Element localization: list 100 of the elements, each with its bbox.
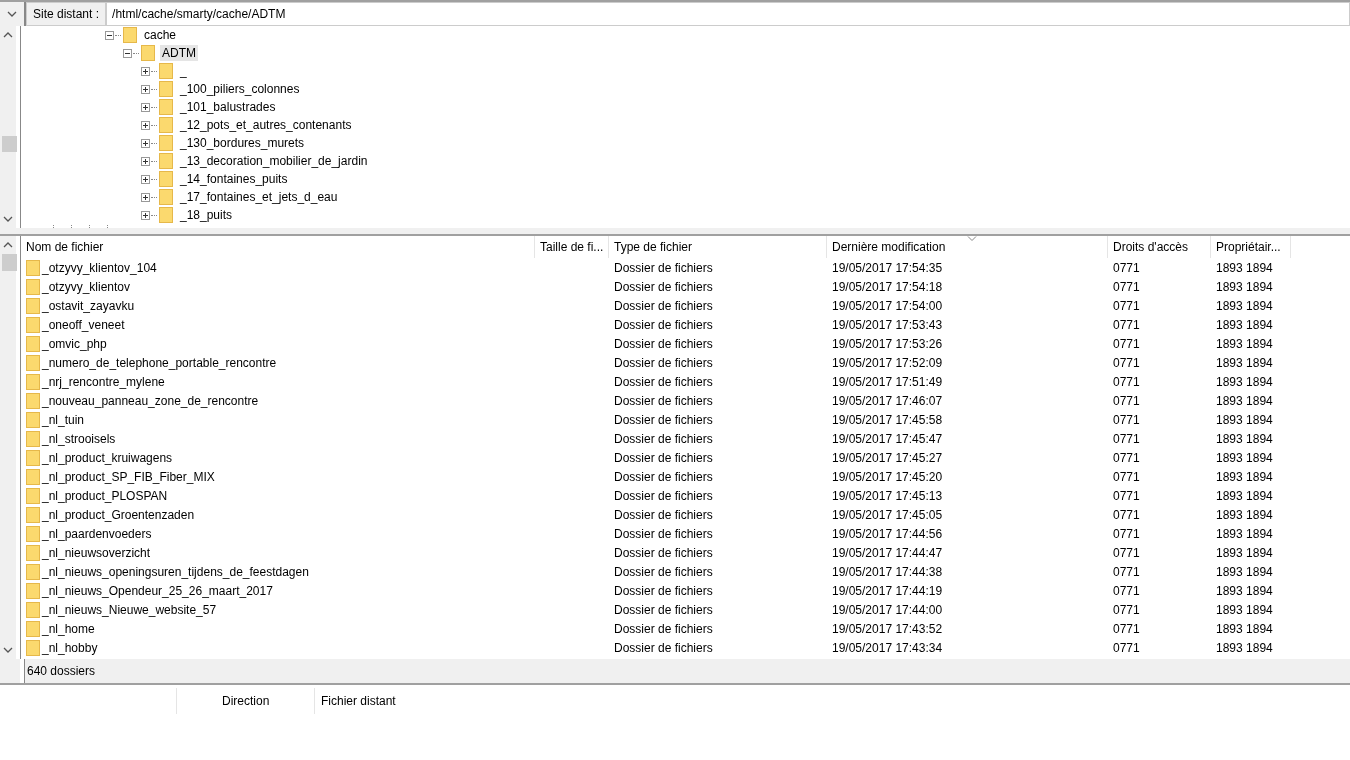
- table-cell: 1893 1894: [1216, 317, 1273, 332]
- table-cell: 19/05/2017 17:45:13: [832, 488, 943, 503]
- scrollbar-thumb[interactable]: [2, 136, 17, 152]
- expand-icon[interactable]: [141, 156, 150, 166]
- table-cell: Dossier de fichiers: [614, 488, 713, 503]
- file-name[interactable]: _nl_product_PLOSPAN: [42, 488, 168, 503]
- collapse-icon[interactable]: [105, 30, 114, 40]
- table-cell: 19/05/2017 17:43:52: [832, 621, 943, 636]
- table-cell: 1893 1894: [1216, 431, 1273, 446]
- table-cell: Dossier de fichiers: [614, 393, 713, 408]
- file-name[interactable]: _nl_nieuws_Opendeur_25_26_maart_2017: [42, 583, 273, 598]
- collapse-icon[interactable]: [123, 48, 132, 58]
- table-cell: 19/05/2017 17:54:35: [832, 260, 943, 275]
- column-header[interactable]: Nom de fichier: [21, 236, 535, 258]
- table-cell: 1893 1894: [1216, 507, 1273, 522]
- tree-item[interactable]: _: [178, 63, 189, 79]
- tree-item[interactable]: _12_pots_et_autres_contenants: [178, 117, 354, 133]
- scrollbar-thumb[interactable]: [2, 254, 17, 271]
- table-cell: 1893 1894: [1216, 621, 1273, 636]
- table-cell: 19/05/2017 17:44:56: [832, 526, 943, 541]
- column-header[interactable]: Droits d'accès: [1108, 236, 1211, 258]
- remote-path-field[interactable]: /html/cache/smarty/cache/ADTM: [106, 2, 1350, 26]
- file-name[interactable]: _nl_nieuwsoverzicht: [42, 545, 151, 560]
- expand-icon[interactable]: [141, 138, 150, 148]
- file-name[interactable]: _nrj_rencontre_mylene: [42, 374, 165, 389]
- table-cell: Dossier de fichiers: [614, 298, 713, 313]
- file-name[interactable]: _numero_de_telephone_portable_rencontre: [42, 355, 277, 370]
- folder-icon: [159, 81, 173, 97]
- file-name[interactable]: _omvic_php: [42, 336, 107, 351]
- expand-icon[interactable]: [141, 174, 150, 184]
- expand-icon[interactable]: [141, 192, 150, 202]
- table-cell: 1893 1894: [1216, 640, 1273, 655]
- scroll-down-icon[interactable]: [3, 216, 13, 222]
- scroll-down-icon[interactable]: [3, 647, 13, 653]
- table-cell: 19/05/2017 17:44:19: [832, 583, 943, 598]
- vertical-scrollbar[interactable]: [0, 236, 20, 659]
- tree-item[interactable]: _130_bordures_murets: [178, 135, 307, 151]
- table-cell: 1893 1894: [1216, 374, 1273, 389]
- column-header[interactable]: Propriétair...: [1211, 236, 1291, 258]
- file-name[interactable]: _otzyvy_klientov_104: [42, 260, 157, 275]
- table-cell: 19/05/2017 17:45:20: [832, 469, 943, 484]
- scroll-up-icon[interactable]: [3, 32, 13, 38]
- folder-icon: [26, 259, 40, 276]
- table-cell: 0771: [1113, 564, 1140, 579]
- tree-item[interactable]: ADTM: [160, 45, 198, 61]
- column-header[interactable]: Direction: [177, 688, 315, 714]
- tree-item[interactable]: _100_piliers_colonnes: [178, 81, 302, 97]
- file-name[interactable]: _nl_product_Groentenzaden: [42, 507, 195, 522]
- folder-icon: [26, 278, 40, 295]
- expand-icon[interactable]: [141, 66, 150, 76]
- table-cell: 0771: [1113, 621, 1140, 636]
- column-header[interactable]: Type de fichier: [609, 236, 827, 258]
- expand-icon[interactable]: [141, 84, 150, 94]
- file-name[interactable]: _nl_product_SP_FIB_Fiber_MIX: [42, 469, 215, 484]
- tree-item[interactable]: _14_fontaines_puits: [178, 171, 290, 187]
- folder-icon: [159, 117, 173, 133]
- tree-item[interactable]: _101_balustrades: [178, 99, 278, 115]
- folder-icon: [141, 45, 155, 61]
- file-name[interactable]: _otzyvy_klientov: [42, 279, 131, 294]
- column-header[interactable]: Dernière modification: [827, 236, 1108, 258]
- table-cell: 1893 1894: [1216, 583, 1273, 598]
- table-cell: 19/05/2017 17:43:34: [832, 640, 943, 655]
- sort-caret-icon: [967, 236, 977, 241]
- folder-icon: [26, 468, 40, 485]
- tree-item[interactable]: _18_puits: [178, 207, 235, 223]
- file-name[interactable]: _nl_nieuws_openingsuren_tijdens_de_feestdagen: [42, 564, 309, 579]
- file-name[interactable]: _nl_home: [42, 621, 95, 636]
- file-name[interactable]: _nl_hobby: [42, 640, 98, 655]
- tree-item[interactable]: _17_fontaines_et_jets_d_eau: [178, 189, 340, 205]
- table-cell: 19/05/2017 17:45:47: [832, 431, 943, 446]
- folder-icon: [26, 392, 40, 409]
- tree-item[interactable]: _13_decoration_mobilier_de_jardin: [178, 153, 370, 169]
- table-cell: 1893 1894: [1216, 564, 1273, 579]
- file-name[interactable]: _oneoff_veneet: [42, 317, 125, 332]
- folder-icon: [26, 373, 40, 390]
- folder-icon: [159, 171, 173, 187]
- expand-icon[interactable]: [141, 210, 150, 220]
- scroll-up-icon[interactable]: [3, 242, 13, 248]
- tree-item[interactable]: cache: [142, 27, 179, 43]
- table-cell: 0771: [1113, 260, 1140, 275]
- file-name[interactable]: _nl_product_kruiwagens: [42, 450, 173, 465]
- table-cell: 19/05/2017 17:51:49: [832, 374, 943, 389]
- table-cell: Dossier de fichiers: [614, 279, 713, 294]
- folder-icon: [26, 582, 40, 599]
- table-cell: 1893 1894: [1216, 469, 1273, 484]
- table-cell: Dossier de fichiers: [614, 431, 713, 446]
- file-name[interactable]: _nl_paardenvoeders: [42, 526, 152, 541]
- expand-icon[interactable]: [141, 120, 150, 130]
- expand-icon[interactable]: [141, 102, 150, 112]
- file-name[interactable]: _ostavit_zayavku: [42, 298, 135, 313]
- folder-icon: [159, 153, 173, 169]
- column-header[interactable]: Taille de fi...: [535, 236, 609, 258]
- table-cell: Dossier de fichiers: [614, 317, 713, 332]
- table-cell: Dossier de fichiers: [614, 640, 713, 655]
- file-name[interactable]: _nl_nieuws_Nieuwe_website_57: [42, 602, 217, 617]
- file-name[interactable]: _nl_strooisels: [42, 431, 116, 446]
- chevron-down-icon[interactable]: [7, 11, 17, 17]
- column-header[interactable]: Fichier distant: [315, 688, 396, 714]
- file-name[interactable]: _nouveau_panneau_zone_de_rencontre: [42, 393, 259, 408]
- file-name[interactable]: _nl_tuin: [42, 412, 85, 427]
